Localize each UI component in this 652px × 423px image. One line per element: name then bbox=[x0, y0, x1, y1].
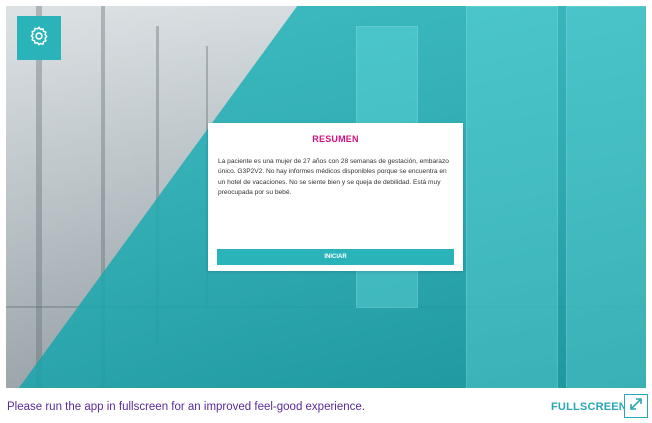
dialog-title: RESUMEN bbox=[312, 134, 359, 144]
fullscreen-button[interactable] bbox=[624, 394, 648, 418]
app-stage: RESUMEN La paciente es una mujer de 27 a… bbox=[6, 6, 646, 388]
summary-dialog: RESUMEN La paciente es una mujer de 27 a… bbox=[208, 123, 463, 271]
start-button[interactable]: INICIAR bbox=[217, 249, 454, 265]
gear-icon bbox=[28, 25, 50, 52]
expand-icon bbox=[629, 397, 643, 416]
fullscreen-label[interactable]: FULLSCREEN bbox=[551, 401, 627, 413]
settings-button[interactable] bbox=[17, 16, 61, 60]
dialog-body: La paciente es una mujer de 27 años con … bbox=[218, 158, 449, 197]
fullscreen-hint: Please run the app in fullscreen for an … bbox=[7, 401, 365, 413]
